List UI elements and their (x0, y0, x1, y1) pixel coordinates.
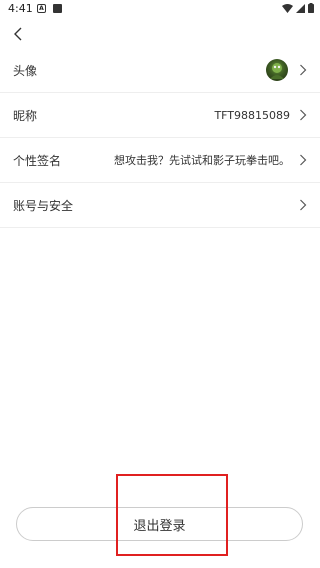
chevron-right-icon (300, 199, 307, 211)
row-label: 个性签名 (13, 153, 62, 168)
signature-value: 想攻击我？先试试和影子玩拳击吧。 (114, 154, 290, 167)
nickname-value: TFT98815089 (214, 108, 290, 122)
row-label: 头像 (13, 63, 38, 78)
highlight-box (116, 474, 228, 556)
signal-icon (296, 3, 305, 13)
chevron-right-icon (300, 64, 307, 76)
chevron-right-icon (300, 154, 307, 166)
settings-row-nickname[interactable]: 昵称 TFT98815089 (0, 93, 320, 138)
battery-icon (308, 3, 314, 13)
settings-row-avatar[interactable]: 头像 (0, 48, 320, 93)
wifi-icon (282, 3, 293, 13)
notification-a-icon: A (37, 4, 46, 13)
row-label: 昵称 (13, 108, 38, 123)
back-button[interactable] (8, 24, 28, 44)
chevron-left-icon (14, 27, 22, 41)
settings-row-account-security[interactable]: 账号与安全 (0, 183, 320, 228)
notification-square-icon (53, 4, 62, 13)
status-icons (282, 3, 314, 13)
row-label: 账号与安全 (13, 198, 74, 213)
status-bar: 4:41 A (0, 0, 320, 18)
chevron-right-icon (300, 109, 307, 121)
settings-list: 头像 昵称 TFT98815089 个性签名 想攻击我？先试试和影子玩拳击吧。 … (0, 48, 320, 228)
avatar (266, 59, 288, 81)
status-time: 4:41 (8, 2, 33, 15)
settings-row-signature[interactable]: 个性签名 想攻击我？先试试和影子玩拳击吧。 (0, 138, 320, 183)
